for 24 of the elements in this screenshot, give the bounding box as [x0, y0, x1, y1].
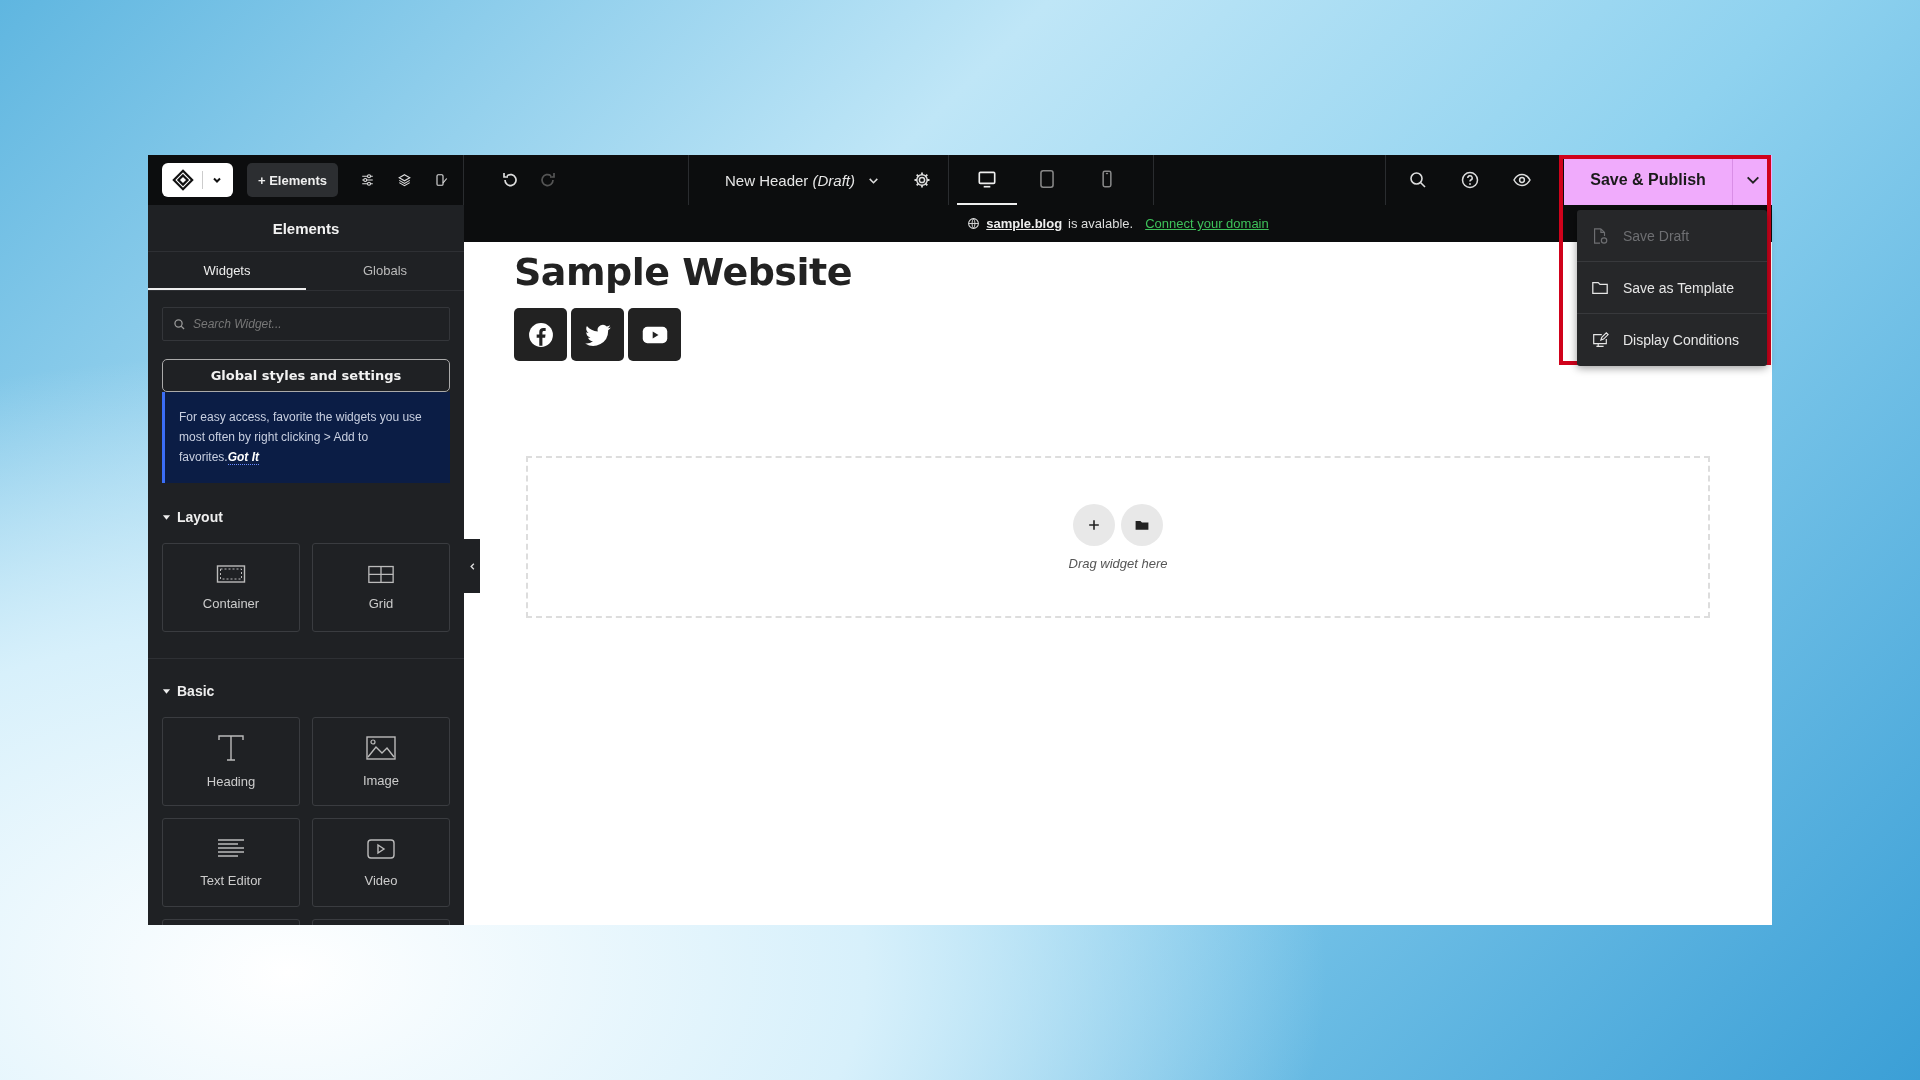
- connect-domain-link[interactable]: Connect your domain: [1145, 216, 1269, 231]
- menu-item[interactable]: Save as Template: [1577, 262, 1767, 314]
- widget-tile[interactable]: Heading: [162, 717, 300, 806]
- panel-tab[interactable]: Globals: [306, 252, 464, 290]
- widget-tile[interactable]: Container: [162, 543, 300, 632]
- site-title: Sample Website: [514, 250, 852, 294]
- got-it-link[interactable]: Got It: [227, 450, 259, 465]
- add-elements-button[interactable]: + Elements: [247, 163, 338, 197]
- tip-text: For easy access, favorite the widgets you use most often by right clicking > Add to favorites.Got It: [179, 410, 422, 465]
- category-header[interactable]: Basic: [162, 683, 450, 699]
- category-header[interactable]: Layout: [162, 509, 450, 525]
- search-field[interactable]: Search Widget...: [162, 307, 450, 341]
- domain-link[interactable]: sample.blog: [986, 216, 1063, 231]
- widget-tile[interactable]: Video: [312, 818, 450, 907]
- notice-text: is avalable.: [1068, 216, 1134, 231]
- drop-hint: Drag widget here: [1068, 555, 1168, 571]
- widget-tile[interactable]: Text Editor: [162, 818, 300, 907]
- widget-tile[interactable]: Image: [312, 717, 450, 806]
- panel-title: Elements: [148, 205, 464, 252]
- menu-item[interactable]: Display Conditions: [1577, 314, 1767, 366]
- document-title-dropdown[interactable]: New Header (Draft): [718, 170, 886, 190]
- panel-tab[interactable]: Widgets: [148, 252, 306, 290]
- widget-tile[interactable]: Grid: [312, 543, 450, 632]
- global-styles-button[interactable]: Global styles and settings: [162, 359, 450, 392]
